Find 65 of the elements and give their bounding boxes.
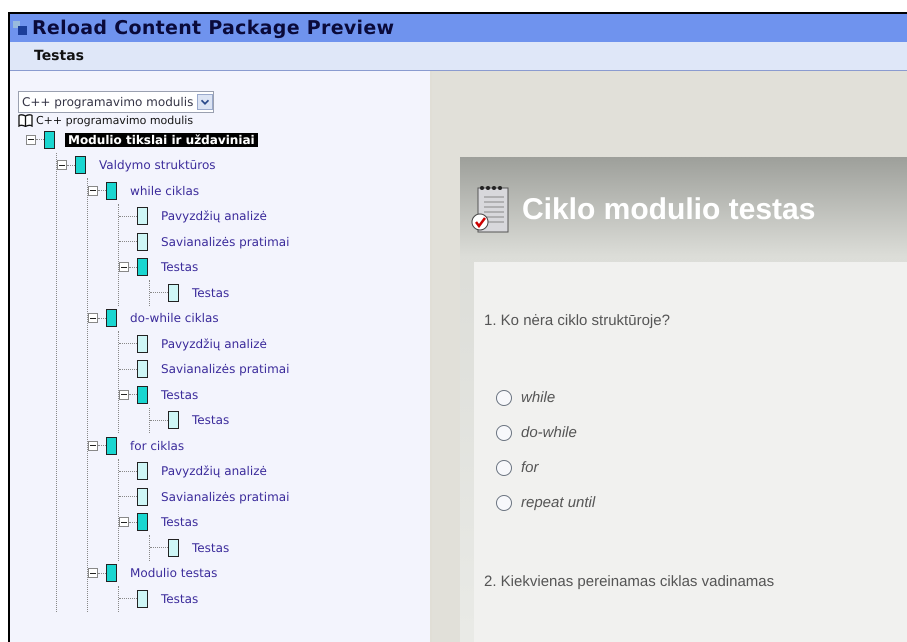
tree-item[interactable]: Pavyzdžių analizė bbox=[158, 209, 270, 224]
tree-item[interactable]: Modulio tikslai ir uždaviniai bbox=[65, 132, 258, 147]
tree-root[interactable]: C++ programavimo modulis bbox=[36, 114, 194, 126]
radio-button[interactable] bbox=[496, 460, 512, 476]
folder-node-icon bbox=[75, 156, 86, 174]
folder-node-icon bbox=[106, 436, 117, 455]
page-node-icon bbox=[137, 334, 148, 353]
tree-item[interactable]: for ciklas bbox=[127, 438, 188, 453]
page-node-icon bbox=[168, 411, 179, 430]
collapse-toggle[interactable] bbox=[88, 313, 98, 324]
page-node-icon bbox=[137, 232, 148, 251]
tree-item[interactable]: Savianalizės pratimai bbox=[158, 362, 292, 376]
tree-item[interactable]: Savianalizės pratimai bbox=[158, 234, 292, 249]
collapse-toggle[interactable] bbox=[88, 568, 98, 578]
option-label[interactable]: for bbox=[521, 459, 539, 476]
radio-button[interactable] bbox=[496, 494, 512, 510]
test-title: Ciklo modulio testas bbox=[522, 192, 816, 226]
app-logo-icon bbox=[12, 20, 28, 36]
tree-item[interactable]: while ciklas bbox=[127, 184, 202, 198]
tree-item[interactable]: Testas bbox=[158, 388, 202, 402]
folder-node-icon bbox=[137, 258, 148, 276]
tree-item[interactable]: Testas bbox=[189, 413, 232, 428]
collapse-toggle[interactable] bbox=[88, 440, 98, 451]
option-label[interactable]: do-while bbox=[521, 424, 577, 441]
option-label[interactable]: while bbox=[521, 389, 556, 406]
tree-item[interactable]: Testas bbox=[158, 592, 202, 606]
collapse-toggle[interactable] bbox=[88, 186, 98, 196]
question-text: 2. Kiekvienas pereinamas ciklas vadinamas bbox=[484, 573, 776, 590]
tree-item[interactable]: Testas bbox=[189, 540, 232, 555]
collapse-toggle[interactable] bbox=[119, 517, 129, 528]
question-text: 1. Ko nėra ciklo struktūroje? bbox=[484, 312, 671, 329]
tree-item[interactable]: Testas bbox=[158, 260, 202, 274]
tree-item[interactable]: Pavyzdžių analizė bbox=[158, 336, 270, 351]
page-node-icon bbox=[168, 538, 179, 557]
package-dropdown[interactable]: C++ programavimo modulis bbox=[18, 91, 214, 113]
window-title: Reload Content Package Preview bbox=[32, 17, 394, 39]
folder-node-icon bbox=[44, 130, 55, 149]
folder-node-icon bbox=[137, 386, 148, 404]
folder-node-icon bbox=[106, 182, 117, 200]
tree-item[interactable]: do-while ciklas bbox=[127, 311, 222, 326]
folder-node-icon bbox=[106, 309, 117, 328]
radio-button[interactable] bbox=[496, 390, 512, 406]
book-icon bbox=[18, 114, 33, 126]
page-subtitle: Testas bbox=[34, 48, 84, 64]
page-node-icon bbox=[137, 207, 148, 226]
tree-item[interactable]: Savianalizės pratimai bbox=[158, 490, 292, 504]
tree-item[interactable]: Testas bbox=[158, 515, 202, 530]
folder-node-icon bbox=[137, 513, 148, 532]
tree-item[interactable]: Testas bbox=[189, 286, 232, 300]
collapse-toggle[interactable] bbox=[119, 262, 129, 272]
page-node-icon bbox=[168, 284, 179, 302]
tree-item[interactable]: Valdymo struktūros bbox=[96, 158, 219, 172]
collapse-toggle[interactable] bbox=[119, 390, 129, 400]
collapse-toggle[interactable] bbox=[26, 134, 36, 145]
page-node-icon bbox=[137, 462, 148, 480]
chevron-down-icon[interactable] bbox=[197, 94, 214, 110]
page-node-icon bbox=[137, 488, 148, 506]
radio-button[interactable] bbox=[496, 424, 512, 440]
option-label[interactable]: repeat until bbox=[521, 494, 596, 511]
tree-item[interactable]: Modulio testas bbox=[127, 566, 220, 580]
tree-item[interactable]: Pavyzdžių analizė bbox=[158, 464, 270, 478]
page-node-icon bbox=[137, 590, 148, 608]
collapse-toggle[interactable] bbox=[57, 160, 67, 170]
folder-node-icon bbox=[106, 564, 117, 582]
page-node-icon bbox=[137, 360, 148, 378]
